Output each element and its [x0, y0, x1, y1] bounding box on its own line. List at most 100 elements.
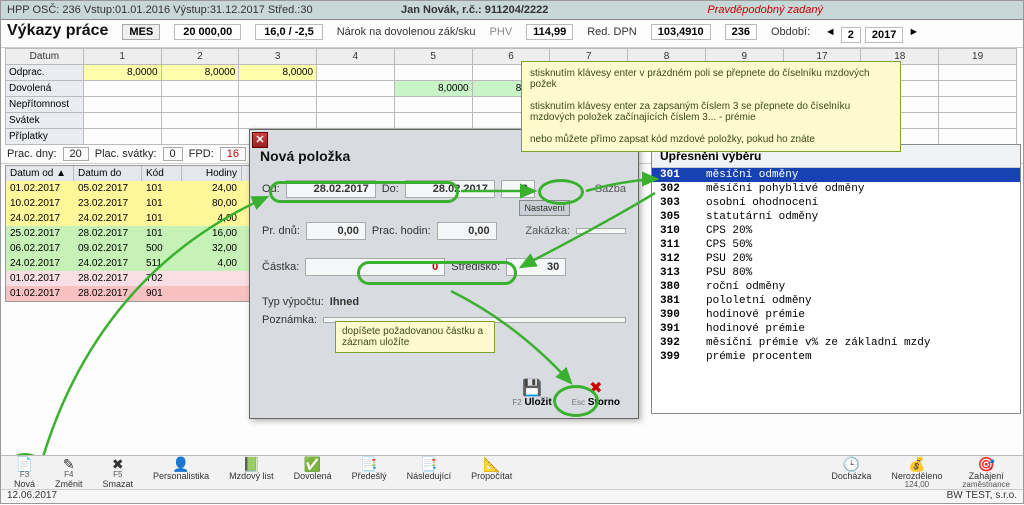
- toolbar-button-předešlý[interactable]: 📑Předešlý: [345, 455, 394, 491]
- code-item[interactable]: 305statutární odměny: [652, 210, 1020, 224]
- att-cell[interactable]: [161, 113, 239, 129]
- code-item[interactable]: 311CPS 50%: [652, 238, 1020, 252]
- code-item[interactable]: 313PSU 80%: [652, 266, 1020, 280]
- list-cell: [182, 271, 242, 286]
- toolbar-button-nerozděleno[interactable]: 💰Nerozděleno124,00: [884, 455, 949, 491]
- period-month[interactable]: 2: [841, 27, 861, 43]
- toolbar-button-personalistika[interactable]: 👤Personalistika: [146, 455, 216, 491]
- castka-input[interactable]: 0: [305, 258, 445, 276]
- list-header[interactable]: Datum od ▲: [6, 166, 74, 181]
- toolbar-button-smazat[interactable]: ✖F5Smazat: [96, 455, 141, 491]
- pracdny-value[interactable]: 20: [63, 147, 89, 161]
- cancel-button[interactable]: ✖ Esc Storno: [572, 381, 620, 408]
- narok-value[interactable]: 114,99: [526, 24, 573, 40]
- code-number: 311: [660, 239, 694, 251]
- att-cell[interactable]: [394, 97, 472, 113]
- toolbar-button-následující[interactable]: 📑Následující: [400, 455, 459, 491]
- period-next[interactable]: ►: [907, 27, 920, 43]
- code-item[interactable]: 310CPS 20%: [652, 224, 1020, 238]
- att-cell[interactable]: 8,0000: [239, 65, 317, 81]
- red-value[interactable]: 103,4910: [651, 24, 711, 40]
- att-cell[interactable]: [939, 81, 1017, 97]
- code-label: osobní ohodnocení: [706, 197, 818, 209]
- att-cell[interactable]: [161, 97, 239, 113]
- nastaveni-button[interactable]: Nastavení: [519, 200, 570, 216]
- code-label: prémie procentem: [706, 351, 812, 363]
- att-cell[interactable]: [939, 65, 1017, 81]
- att-cell[interactable]: [394, 113, 472, 129]
- att-cell[interactable]: [239, 81, 317, 97]
- att-cell[interactable]: [939, 129, 1017, 145]
- prhod-label: Prac. hodin:: [372, 225, 431, 237]
- att-cell[interactable]: [939, 113, 1017, 129]
- period-prev[interactable]: ◄: [824, 27, 837, 43]
- code-item[interactable]: 390hodinové prémie: [652, 308, 1020, 322]
- att-cell[interactable]: [239, 113, 317, 129]
- list-cell: [182, 286, 242, 301]
- code-item[interactable]: 399prémie procentem: [652, 350, 1020, 364]
- code-input[interactable]: 3: [501, 180, 535, 198]
- zakazka-input[interactable]: [576, 228, 626, 234]
- att-cell[interactable]: [939, 97, 1017, 113]
- toolbar-button-nová[interactable]: 📄F3Nová: [7, 455, 42, 491]
- save-button[interactable]: 💾 F2 Uložit: [512, 381, 551, 408]
- code-item[interactable]: 391hodinové prémie: [652, 322, 1020, 336]
- att-cell[interactable]: [83, 113, 161, 129]
- toolbar-button-propočítat[interactable]: 📐Propočítat: [464, 455, 519, 491]
- toolbar-button-mzdový list[interactable]: 📗Mzdový list: [222, 455, 281, 491]
- code-item[interactable]: 303osobní ohodnocení: [652, 196, 1020, 210]
- att-cell[interactable]: [317, 81, 395, 97]
- att-cell[interactable]: [83, 81, 161, 97]
- att-cell[interactable]: [317, 113, 395, 129]
- kod-value[interactable]: 236: [725, 24, 757, 40]
- toolbar-button-zahájení[interactable]: 🎯Zahájenízaměstnance: [955, 455, 1017, 491]
- phv-label: PHV: [490, 26, 513, 38]
- date-from-input[interactable]: 28.02.2017: [286, 180, 376, 198]
- code-item[interactable]: 302měsíční pohyblivé odměny: [652, 182, 1020, 196]
- amount-field[interactable]: 20 000,00: [174, 24, 241, 40]
- header-info: HPP OSČ: 236 Vstup:01.01.2016 Výstup:31.…: [7, 4, 313, 16]
- code-list[interactable]: 301měsíční odměny302měsíční pohyblivé od…: [652, 168, 1020, 364]
- att-cell[interactable]: [239, 97, 317, 113]
- toolbar-button-docházka[interactable]: 🕒Docházka: [824, 455, 878, 491]
- toolbar-button-změnit[interactable]: ✎F4Změnit: [48, 455, 90, 491]
- att-cell[interactable]: [83, 97, 161, 113]
- code-item[interactable]: 380roční odměny: [652, 280, 1020, 294]
- att-cell[interactable]: [317, 65, 395, 81]
- code-item[interactable]: 381pololetní odměny: [652, 294, 1020, 308]
- att-cell[interactable]: [161, 81, 239, 97]
- prdnu-input[interactable]: 0,00: [306, 222, 366, 240]
- mes-tag[interactable]: MES: [122, 24, 160, 40]
- att-header: 5: [394, 49, 472, 65]
- pct-field[interactable]: 16,0 / -2,5: [255, 24, 323, 40]
- hint-tooltip-amount: dopíšete požadovanou částku a záznam ulo…: [335, 321, 495, 353]
- att-cell[interactable]: [394, 65, 472, 81]
- list-header[interactable]: Kód: [142, 166, 182, 181]
- close-icon[interactable]: ✕: [252, 132, 268, 148]
- date-to-input[interactable]: 28.02.2017: [405, 180, 495, 198]
- code-number: 302: [660, 183, 694, 195]
- toolbar-icon: ✎: [63, 457, 75, 471]
- code-item[interactable]: 301měsíční odměny: [652, 168, 1020, 182]
- fpd-value[interactable]: 16: [220, 147, 246, 161]
- att-cell[interactable]: [83, 129, 161, 145]
- stred-input[interactable]: 30: [506, 258, 566, 276]
- list-header[interactable]: Datum do: [74, 166, 142, 181]
- list-cell: 10.02.2017: [6, 196, 74, 211]
- att-cell[interactable]: [317, 97, 395, 113]
- code-item[interactable]: 312PSU 20%: [652, 252, 1020, 266]
- att-cell[interactable]: [161, 129, 239, 145]
- title-row: Výkazy práce MES 20 000,00 16,0 / -2,5 N…: [1, 20, 1023, 48]
- att-cell[interactable]: 8,0000: [161, 65, 239, 81]
- att-cell[interactable]: 8,0000: [394, 81, 472, 97]
- period-year[interactable]: 2017: [865, 27, 903, 43]
- code-item[interactable]: 392měsíční prémie v% ze základní mzdy: [652, 336, 1020, 350]
- list-header[interactable]: Hodiny: [182, 166, 242, 181]
- placsv-value[interactable]: 0: [163, 147, 183, 161]
- list-cell: 28.02.2017: [74, 286, 142, 301]
- list-cell: 80,00: [182, 196, 242, 211]
- toolbar-button-dovolená[interactable]: ✅Dovolená: [287, 455, 339, 491]
- prhod-input[interactable]: 0,00: [437, 222, 497, 240]
- code-number: 305: [660, 211, 694, 223]
- att-cell[interactable]: 8,0000: [83, 65, 161, 81]
